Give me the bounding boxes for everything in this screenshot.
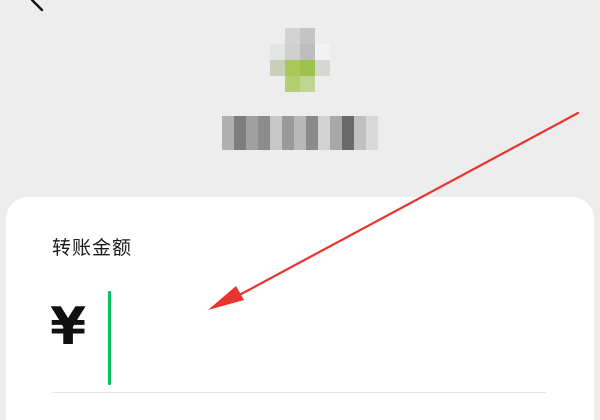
amount-divider xyxy=(52,392,546,393)
text-cursor xyxy=(108,291,111,385)
name-pixel xyxy=(306,116,318,150)
avatar-pixel xyxy=(285,44,300,60)
payee-name xyxy=(222,116,378,150)
avatar-pixel xyxy=(315,60,330,76)
avatar xyxy=(270,28,330,92)
amount-label: 转账金额 xyxy=(52,237,133,259)
avatar-pixel xyxy=(300,28,315,44)
avatar-pixel xyxy=(300,44,315,60)
avatar-pixel xyxy=(315,44,330,60)
name-pixel xyxy=(354,116,366,150)
avatar-pixel xyxy=(285,28,300,44)
amount-input[interactable] xyxy=(108,289,534,387)
transfer-screen: 转账金额 ¥ xyxy=(0,0,600,420)
name-pixel xyxy=(294,116,306,150)
avatar-pixel xyxy=(270,44,285,60)
name-pixel xyxy=(234,116,246,150)
name-pixel xyxy=(342,116,354,150)
currency-symbol: ¥ xyxy=(50,297,87,357)
name-pixel xyxy=(270,116,282,150)
name-pixel xyxy=(246,116,258,150)
back-button[interactable] xyxy=(22,0,52,16)
name-pixel xyxy=(366,116,378,150)
name-pixel xyxy=(330,116,342,150)
avatar-pixel xyxy=(300,76,315,92)
name-pixel xyxy=(282,116,294,150)
avatar-pixel xyxy=(315,76,330,92)
avatar-pixel xyxy=(285,60,300,76)
avatar-pixel xyxy=(270,76,285,92)
chevron-left-icon xyxy=(30,0,44,12)
amount-card: 转账金额 ¥ xyxy=(6,197,594,420)
name-pixel xyxy=(222,116,234,150)
avatar-pixel xyxy=(270,28,285,44)
avatar-pixel xyxy=(300,60,315,76)
name-pixel xyxy=(318,116,330,150)
name-pixel xyxy=(258,116,270,150)
avatar-pixel xyxy=(285,76,300,92)
avatar-pixel xyxy=(315,28,330,44)
avatar-pixel xyxy=(270,60,285,76)
